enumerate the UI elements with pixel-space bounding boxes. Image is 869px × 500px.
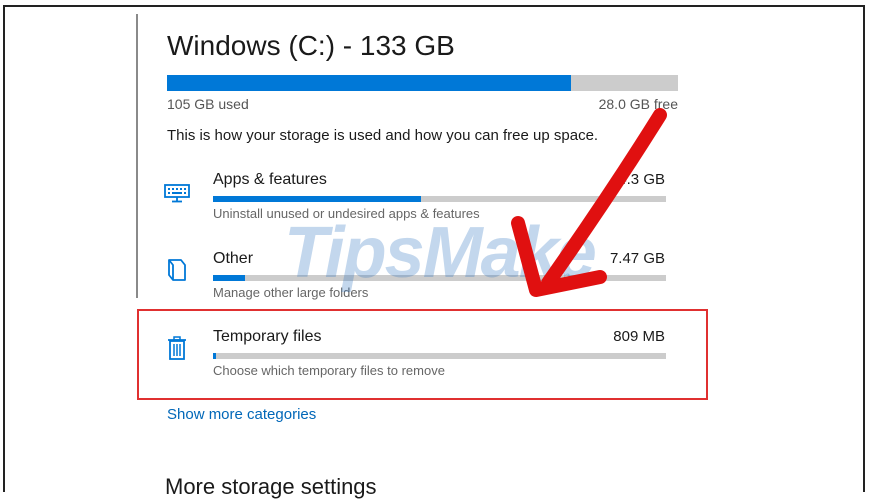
category-usage-fill [213,196,422,202]
page-title: Windows (C:) - 133 GB [167,30,455,61]
drive-usage-fill [167,75,571,91]
show-more-categories-link[interactable]: Show more categories [167,406,316,423]
keyboard-icon [163,179,191,207]
nav-divider [136,14,138,298]
used-label: 105 GB used [167,96,249,112]
highlight-box [137,309,708,400]
category-usage-fill [213,275,245,281]
category-name: Apps & features [213,171,327,188]
drive-usage-bar [167,75,678,91]
folder-outline-icon [163,256,191,284]
more-storage-settings-heading: More storage settings [165,474,377,499]
red-arrow-annotation [511,108,667,297]
category-name: Other [213,250,254,267]
